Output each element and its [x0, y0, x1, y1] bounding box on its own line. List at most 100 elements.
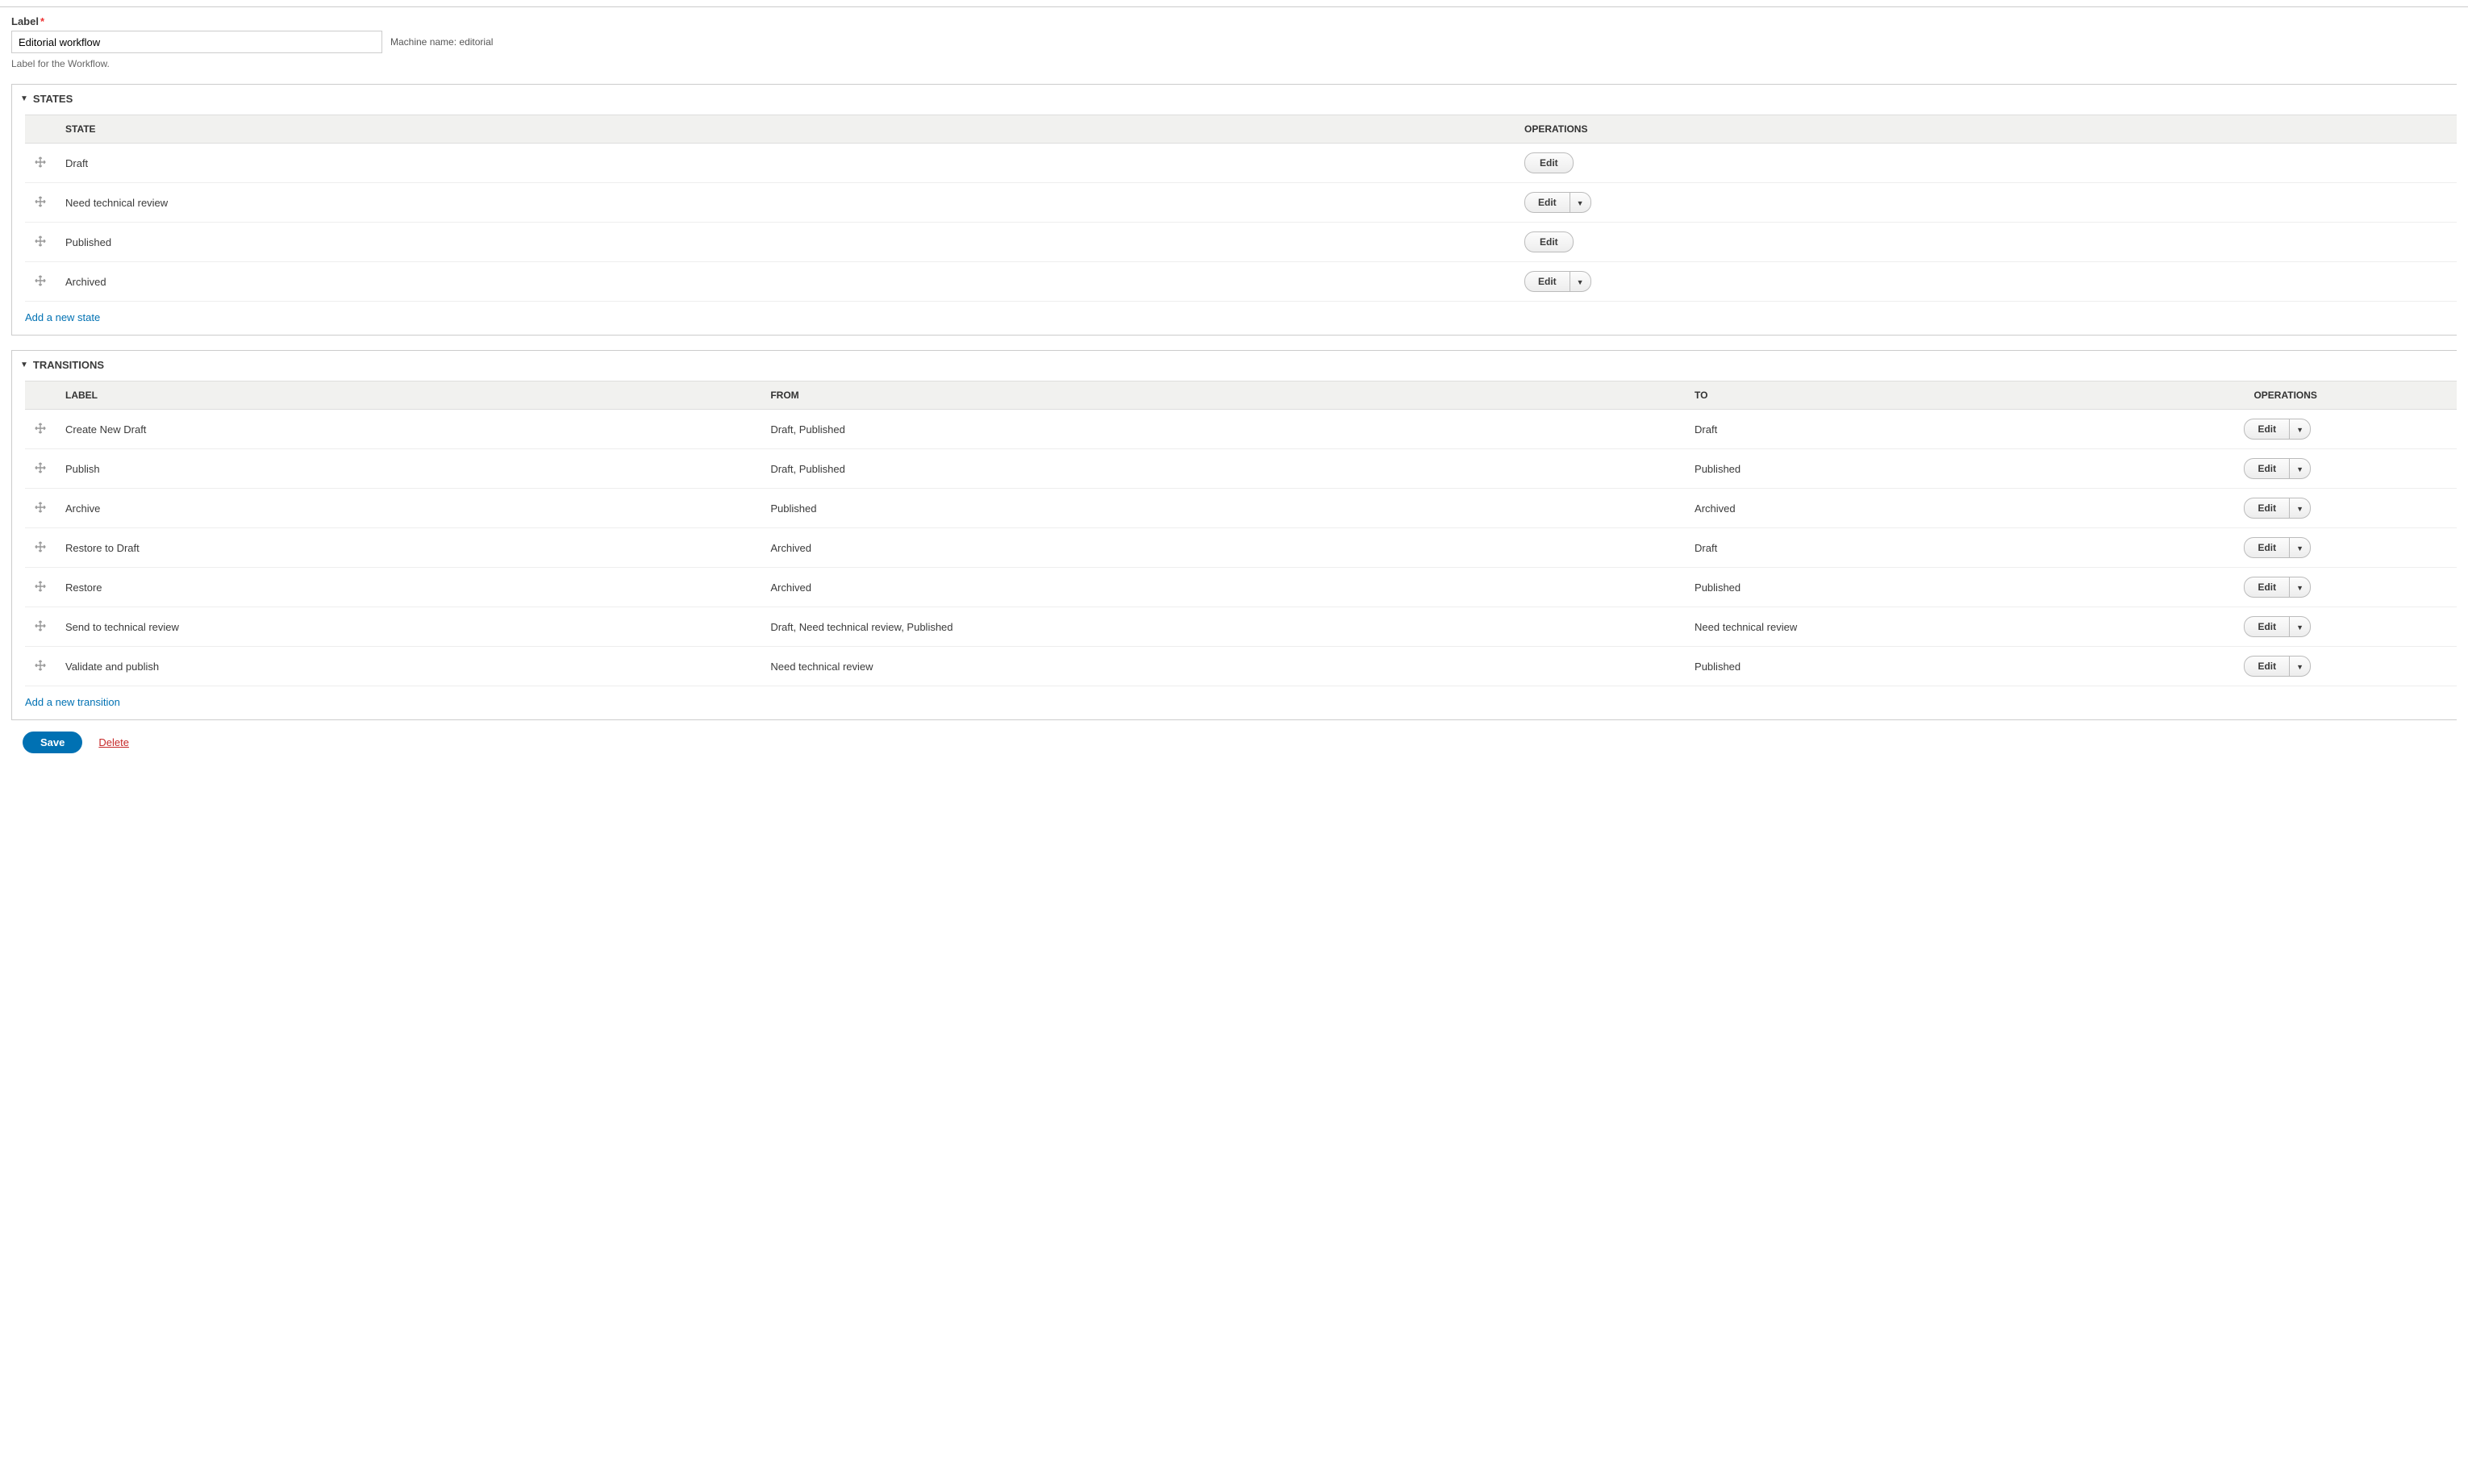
state-operations: Edit▼	[1515, 262, 2457, 302]
label-field-label: Label	[11, 15, 39, 27]
chevron-down-icon: ▼	[2296, 426, 2303, 434]
dropdown-toggle[interactable]: ▼	[2289, 616, 2311, 637]
chevron-down-icon: ▼	[2296, 505, 2303, 513]
state-operations: Edit	[1515, 223, 2457, 262]
transitions-header-from: FROM	[761, 381, 1685, 410]
states-tbody: DraftEditNeed technical reviewEdit▼Publi…	[25, 144, 2457, 302]
edit-button[interactable]: Edit	[1524, 152, 1574, 173]
dropdown-toggle[interactable]: ▼	[2289, 498, 2311, 519]
drag-handle-icon[interactable]	[35, 275, 46, 286]
edit-button[interactable]: Edit	[1524, 231, 1574, 252]
workflow-edit-form: Label* Machine name: editorial Label for…	[0, 6, 2468, 753]
transition-row: RestoreArchivedPublishedEdit▼	[25, 568, 2457, 607]
transitions-header-label: LABEL	[56, 381, 761, 410]
transitions-header-to: TO	[1685, 381, 2244, 410]
add-state-link[interactable]: Add a new state	[25, 311, 100, 323]
states-title: STATES	[33, 93, 73, 105]
drag-handle-icon[interactable]	[35, 660, 46, 671]
dropdown-toggle[interactable]: ▼	[2289, 656, 2311, 677]
drag-handle-icon[interactable]	[35, 581, 46, 592]
transition-operations: Edit▼	[2244, 647, 2457, 686]
dropdown-toggle[interactable]: ▼	[1570, 192, 1591, 213]
transition-from: Draft, Published	[761, 449, 1685, 489]
transition-to: Published	[1685, 568, 2244, 607]
state-operations: Edit ▼	[1515, 183, 2457, 223]
transition-label: Restore to Draft	[56, 528, 761, 568]
states-legend[interactable]: ▼ STATES	[12, 85, 2457, 115]
state-name: Draft	[56, 144, 1515, 183]
drag-handle-icon[interactable]	[35, 620, 46, 632]
edit-button[interactable]: Edit	[2244, 577, 2289, 598]
states-header-ops: OPERATIONS	[1515, 115, 2457, 144]
transition-to: Published	[1685, 449, 2244, 489]
transition-operations: Edit▼	[2244, 568, 2457, 607]
edit-button[interactable]: Edit	[2244, 656, 2289, 677]
drag-handle-icon[interactable]	[35, 462, 46, 473]
transition-row: PublishDraft, PublishedPublishedEdit ▼	[25, 449, 2457, 489]
transition-from: Need technical review	[761, 647, 1685, 686]
transition-row: Create New DraftDraft, PublishedDraftEdi…	[25, 410, 2457, 449]
state-row: Draft Edit	[25, 144, 2457, 183]
drag-handle-icon[interactable]	[35, 541, 46, 552]
transition-operations: Edit ▼	[2244, 607, 2457, 647]
chevron-down-icon: ▼	[2296, 544, 2303, 552]
dropdown-toggle[interactable]: ▼	[2289, 537, 2311, 558]
transition-operations: Edit ▼	[2244, 410, 2457, 449]
states-fieldset: ▼ STATES STATE OPERATIONS Draft Edit Need …	[11, 84, 2457, 336]
transition-row: Validate and publishNeed technical revie…	[25, 647, 2457, 686]
transition-from: Draft, Published	[761, 410, 1685, 449]
transition-from: Archived	[761, 528, 1685, 568]
transition-label: Archive	[56, 489, 761, 528]
chevron-down-icon: ▼	[2296, 623, 2303, 632]
edit-button[interactable]: Edit	[2244, 498, 2289, 519]
state-operations: Edit	[1515, 144, 2457, 183]
transition-to: Need technical review	[1685, 607, 2244, 647]
edit-button[interactable]: Edit	[2244, 458, 2289, 479]
delete-link[interactable]: Delete	[98, 736, 129, 748]
transition-label: Publish	[56, 449, 761, 489]
chevron-down-icon: ▼	[1577, 199, 1584, 207]
transition-to: Archived	[1685, 489, 2244, 528]
transition-row: ArchivePublishedArchivedEdit▼	[25, 489, 2457, 528]
save-button[interactable]: Save	[23, 732, 82, 753]
transition-operations: Edit ▼	[2244, 449, 2457, 489]
state-name: Need technical review	[56, 183, 1515, 223]
form-actions: Save Delete	[11, 720, 2457, 753]
label-input[interactable]	[11, 31, 382, 53]
label-field-description: Label for the Workflow.	[11, 58, 2457, 69]
drag-handle-icon[interactable]	[35, 423, 46, 434]
transition-row: Send to technical reviewDraft, Need tech…	[25, 607, 2457, 647]
machine-name-display: Machine name: editorial	[390, 36, 493, 48]
transition-row: Restore to DraftArchivedDraftEdit▼	[25, 528, 2457, 568]
transition-operations: Edit ▼	[2244, 489, 2457, 528]
label-field-wrapper: Label* Machine name: editorial Label for…	[11, 15, 2457, 69]
dropdown-toggle[interactable]: ▼	[1570, 271, 1591, 292]
chevron-down-icon: ▼	[2296, 465, 2303, 473]
drag-handle-icon[interactable]	[35, 236, 46, 247]
transition-from: Draft, Need technical review, Published	[761, 607, 1685, 647]
transitions-tbody: Create New DraftDraft, PublishedDraftEdi…	[25, 410, 2457, 686]
edit-button[interactable]: Edit	[2244, 419, 2289, 440]
add-transition-link[interactable]: Add a new transition	[25, 696, 120, 708]
edit-button[interactable]: Edit	[1524, 192, 1570, 213]
transitions-legend[interactable]: ▼ TRANSITIONS	[12, 351, 2457, 381]
drag-handle-icon[interactable]	[35, 156, 46, 168]
states-header-state: STATE	[56, 115, 1515, 144]
edit-button[interactable]: Edit	[1524, 271, 1570, 292]
transitions-fieldset: ▼ TRANSITIONS LABEL FROM TO OPERATIONS C…	[11, 350, 2457, 720]
state-name: Archived	[56, 262, 1515, 302]
transition-from: Archived	[761, 568, 1685, 607]
dropdown-toggle[interactable]: ▼	[2289, 577, 2311, 598]
transition-label: Create New Draft	[56, 410, 761, 449]
drag-handle-icon[interactable]	[35, 502, 46, 513]
edit-button[interactable]: Edit	[2244, 616, 2289, 637]
drag-handle-icon[interactable]	[35, 196, 46, 207]
state-row: ArchivedEdit▼	[25, 262, 2457, 302]
caret-down-icon: ▼	[20, 95, 28, 103]
dropdown-toggle[interactable]: ▼	[2289, 419, 2311, 440]
dropdown-toggle[interactable]: ▼	[2289, 458, 2311, 479]
states-table: STATE OPERATIONS Draft Edit Need technical…	[25, 115, 2457, 302]
transition-label: Validate and publish	[56, 647, 761, 686]
transition-to: Draft	[1685, 410, 2244, 449]
edit-button[interactable]: Edit	[2244, 537, 2289, 558]
